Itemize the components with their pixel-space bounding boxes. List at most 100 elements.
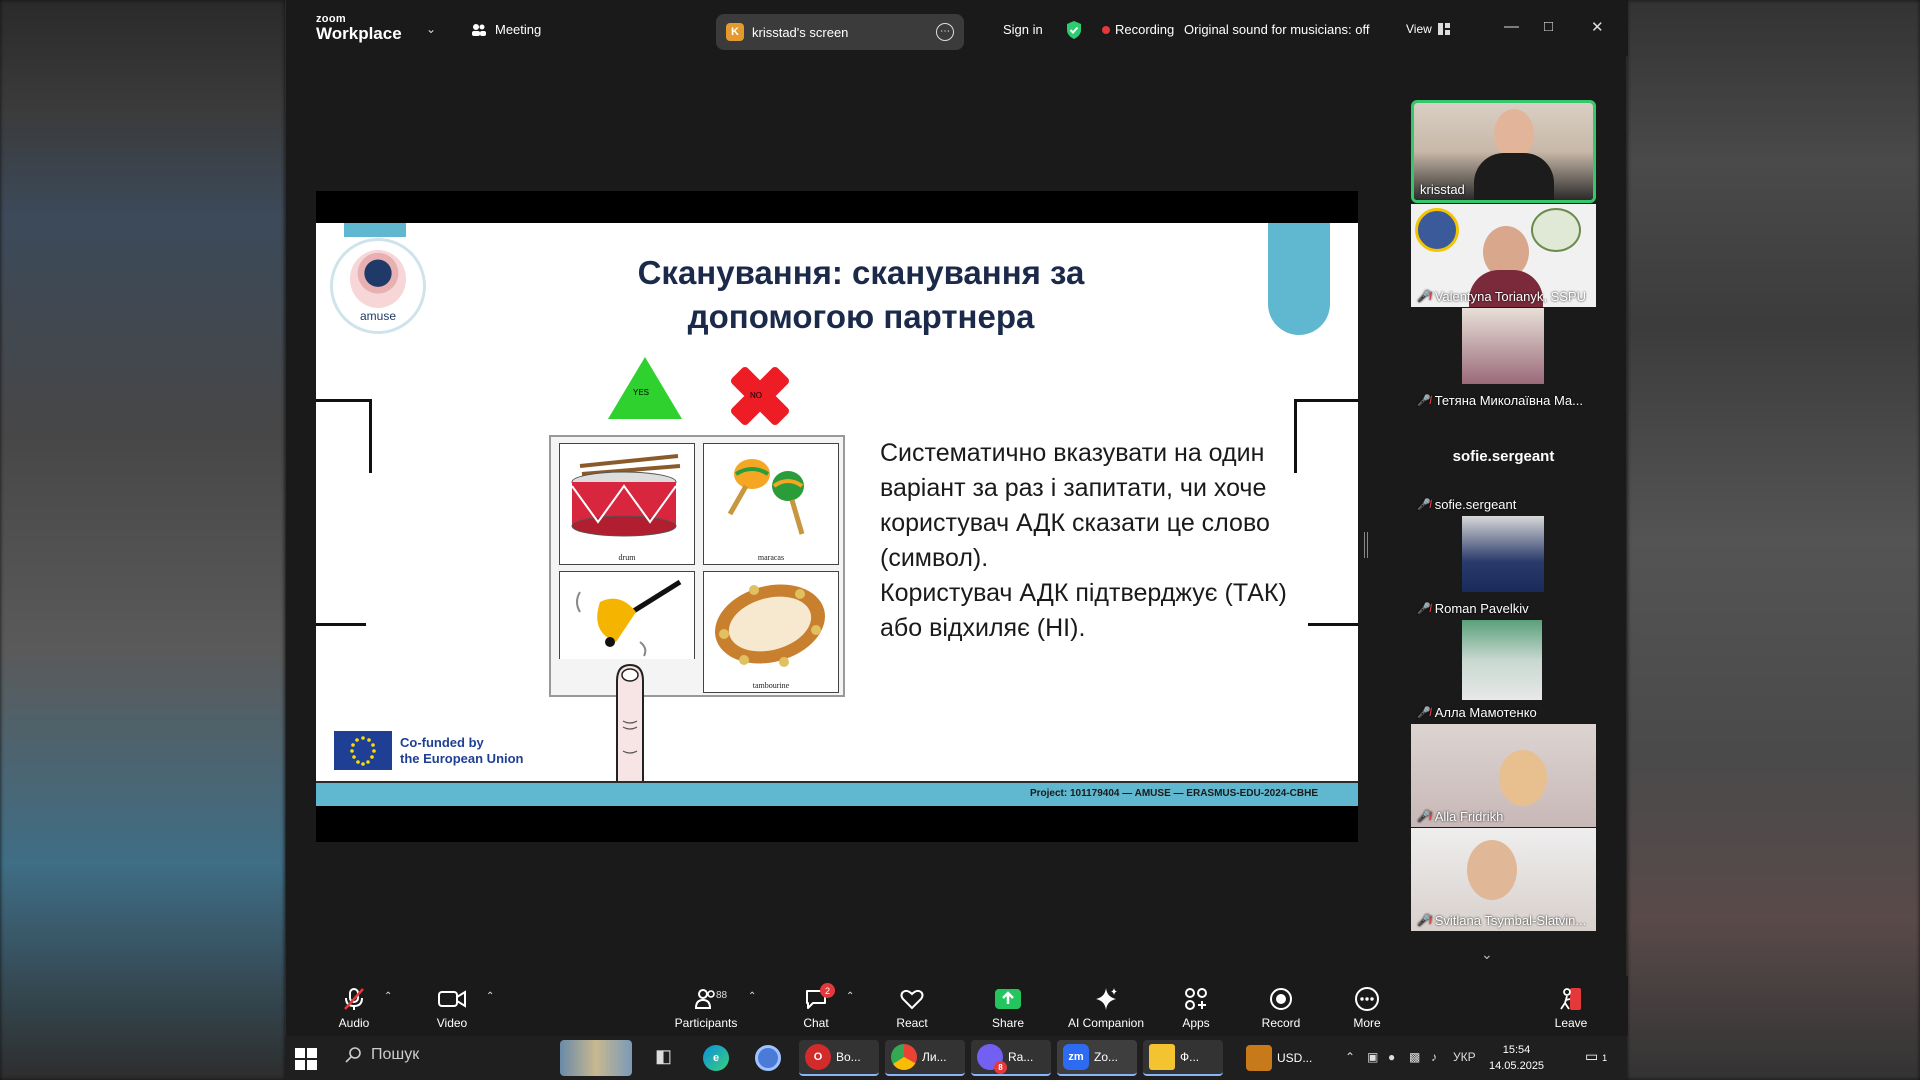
windows-start-icon[interactable] — [295, 1048, 317, 1070]
share-button[interactable]: Share — [968, 986, 1048, 1030]
taskbar-app-label: Ф... — [1180, 1050, 1200, 1064]
original-sound-status[interactable]: Original sound for musicians: off — [1184, 22, 1369, 37]
participant-tile[interactable]: krisstad — [1411, 100, 1596, 203]
tray-network-icon[interactable]: ▩ — [1409, 1050, 1420, 1064]
title-bar: zoom Workplace ⌄ Meeting K krisstad's sc… — [286, 0, 1628, 56]
bell-icon — [576, 579, 682, 657]
shield-icon[interactable] — [1065, 20, 1083, 40]
presenter-avatar: K — [726, 23, 744, 41]
chat-options-caret-icon[interactable]: ⌃ — [846, 991, 854, 1002]
taskbar-app-label: Zo... — [1094, 1050, 1119, 1064]
audio-label: Audio — [338, 1016, 370, 1030]
mic-muted-icon — [344, 988, 364, 1010]
opera-icon: O — [805, 1044, 831, 1070]
symbol-tambourine: tambourine — [703, 571, 839, 693]
taskbar-app[interactable]: 8 Ra... — [971, 1040, 1051, 1076]
mic-off-icon: 🎤̸ — [1417, 291, 1431, 303]
taskbar-app[interactable]: Ли... — [885, 1040, 965, 1076]
frame-bracket — [1308, 623, 1358, 626]
more-button[interactable]: More — [1327, 986, 1407, 1030]
chat-button[interactable]: Chat — [776, 986, 856, 1030]
participant-tile[interactable]: 🎤̸ Roman Pavelkiv — [1411, 516, 1596, 619]
audio-options-caret-icon[interactable]: ⌃ — [384, 991, 392, 1002]
participant-tile[interactable]: sofie.sergeant 🎤̸ sofie.sergeant — [1411, 412, 1596, 515]
leave-label: Leave — [1554, 1016, 1588, 1030]
taskbar-app[interactable]: Ф... — [1143, 1040, 1223, 1076]
participant-body — [1474, 153, 1554, 200]
mic-off-icon: 🎤̸ — [1417, 915, 1431, 927]
tray-device-icon[interactable]: ▣ — [1367, 1050, 1378, 1064]
taskbar-app-label: Во... — [836, 1050, 861, 1064]
ai-companion-button[interactable]: AI Companion — [1056, 986, 1156, 1030]
taskbar-app[interactable]: O Во... — [799, 1040, 879, 1076]
resize-handle[interactable] — [1364, 532, 1368, 558]
task-view-icon[interactable]: ◧ — [655, 1046, 672, 1067]
mic-off-icon: 🎤̸ — [1417, 811, 1431, 823]
tray-volume-icon[interactable]: ♪ — [1431, 1050, 1437, 1064]
notifications-count: 1 — [1602, 1053, 1608, 1063]
sign-in-link[interactable]: Sign in — [1003, 22, 1043, 37]
audio-button[interactable]: Audio — [314, 986, 394, 1030]
participants-options-caret-icon[interactable]: ⌃ — [748, 991, 756, 1002]
meeting-label: Meeting — [495, 22, 542, 37]
video-feed — [1462, 620, 1542, 700]
heart-icon — [900, 989, 924, 1010]
search-highlight-image — [560, 1040, 632, 1076]
participant-display-name: sofie.sergeant — [1452, 448, 1555, 465]
taskbar-app[interactable]: zm Zo... — [1057, 1040, 1137, 1076]
slide-body-text: Систематично вказувати на один варіант з… — [880, 436, 1300, 646]
maracas-icon — [727, 459, 805, 535]
more-options-icon[interactable]: ⋯ — [936, 23, 954, 41]
video-button[interactable]: Video — [412, 986, 492, 1030]
taskbar-search[interactable]: Пошук — [345, 1046, 419, 1064]
desktop-background-right — [1627, 0, 1920, 1080]
scroll-down-icon[interactable]: ⌄ — [1481, 946, 1493, 963]
presentation-slide: amuse Сканування: сканування за допомого… — [316, 223, 1358, 781]
chevron-down-icon[interactable]: ⌄ — [426, 22, 436, 36]
tray-expand-icon[interactable]: ⌃ — [1345, 1050, 1355, 1064]
chrome-icon — [891, 1044, 917, 1070]
recording-indicator[interactable]: Recording — [1102, 22, 1174, 37]
participant-name: 🎤̸ Тетяна Миколаївна Ма... — [1417, 393, 1583, 408]
maximize-icon[interactable]: □ — [1544, 18, 1553, 35]
participant-tile[interactable]: 🎤̸ Алла Мамотенко — [1411, 620, 1596, 723]
video-options-caret-icon[interactable]: ⌃ — [486, 991, 494, 1002]
mic-off-icon: 🎤̸ — [1417, 707, 1431, 719]
view-button[interactable]: View — [1406, 22, 1450, 36]
participant-tile[interactable]: 🎤̸ Svitlana Tsymbal-Slatvin... — [1411, 828, 1596, 931]
camera-icon — [438, 990, 466, 1008]
screen-share-pill[interactable]: K krisstad's screen ⋯ — [716, 14, 964, 50]
taskbar-weather[interactable]: USD... — [1240, 1040, 1318, 1076]
taskbar-clock[interactable]: 15:54 14.05.2025 — [1489, 1042, 1544, 1074]
participant-tile[interactable]: 🎤̸ Тетяна Миколаївна Ма... — [1411, 308, 1596, 411]
university-logo — [1531, 208, 1581, 252]
minimize-icon[interactable]: — — [1504, 18, 1519, 35]
taskbar-edge[interactable]: e — [697, 1040, 735, 1076]
frame-bracket — [316, 399, 372, 473]
participants-button[interactable]: Participants — [659, 986, 753, 1030]
zoom-app-icon: zm — [1063, 1044, 1089, 1070]
yes-label: YES — [633, 388, 650, 397]
zoom-window: zoom Workplace ⌄ Meeting K krisstad's sc… — [285, 0, 1628, 1036]
ai-companion-label: AI Companion — [1067, 1016, 1145, 1030]
meeting-menu[interactable]: Meeting — [471, 22, 541, 37]
participant-tile[interactable]: 🎤̸ Alla Fridrikh — [1411, 724, 1596, 827]
close-icon[interactable]: ✕ — [1591, 18, 1604, 36]
language-indicator[interactable]: УКР — [1453, 1050, 1476, 1064]
slide-title-line1: Сканування: сканування за — [637, 254, 1085, 291]
react-button[interactable]: React — [872, 986, 952, 1030]
view-label: View — [1406, 22, 1432, 36]
amuse-logo-figure — [350, 249, 406, 308]
viber-badge: 8 — [994, 1061, 1007, 1074]
meeting-icon — [472, 23, 486, 36]
apps-button[interactable]: Apps — [1156, 986, 1236, 1030]
apps-icon — [1185, 988, 1207, 1010]
record-button[interactable]: Record — [1241, 986, 1321, 1030]
participant-tile[interactable]: 🎤̸ Valentyna Torianyk, SSPU — [1411, 204, 1596, 307]
leave-button[interactable]: Leave — [1531, 986, 1611, 1030]
tray-mic-icon[interactable]: ● — [1388, 1050, 1395, 1064]
taskbar-chrome[interactable] — [749, 1040, 787, 1076]
notifications-button[interactable]: ▭ 1 — [1585, 1048, 1607, 1065]
participant-face — [1467, 840, 1517, 900]
chat-label: Chat — [803, 1016, 829, 1030]
